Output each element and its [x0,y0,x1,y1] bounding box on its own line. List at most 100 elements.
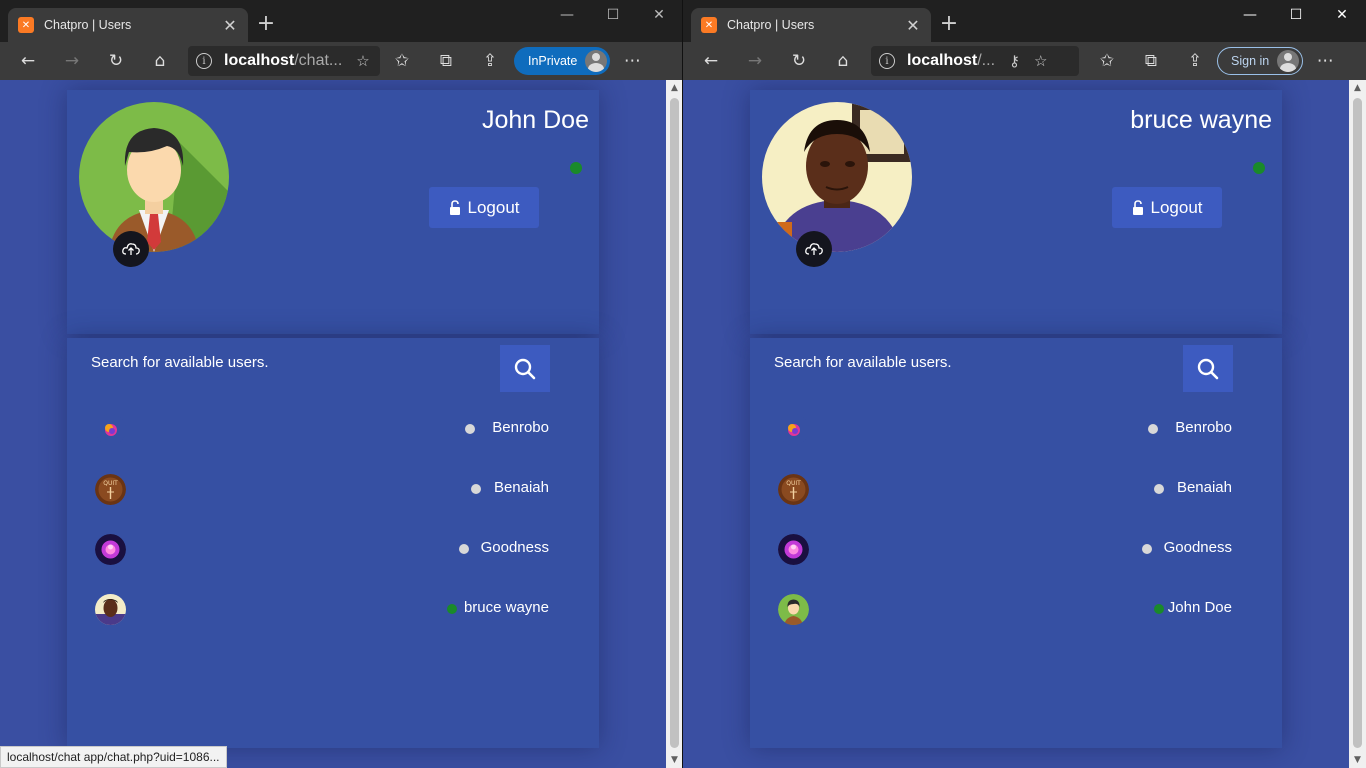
new-tab-icon[interactable]: + [256,12,276,36]
user-list-item[interactable]: QUIT Benaiah [95,474,549,506]
share-icon[interactable]: ⇪ [468,45,512,77]
search-label: Search for available users. [774,354,952,371]
maximize-icon[interactable]: ☐ [1273,4,1319,26]
profile-picture [79,102,229,252]
minimize-icon[interactable]: — [544,4,590,26]
site-info-icon[interactable]: i [879,53,895,69]
user-list-item[interactable]: Goodness [95,534,549,566]
favorites-icon[interactable]: ✩ [1085,45,1129,77]
back-icon[interactable]: ← [689,45,733,77]
profile-avatar-icon [1277,50,1300,72]
title-bar: ✕ Chatpro | Users ✕ + — ☐ ✕ [683,0,1366,42]
browser-toolbar: ← → ↻ ⌂ i localhost/... ⚷ ☆ ✩ ⧉ ⇪ Sign i… [683,42,1366,80]
upload-photo-button[interactable] [113,231,149,267]
user-name: Benaiah [1176,479,1232,496]
sign-in-button[interactable]: Sign in [1217,47,1304,75]
add-favorite-icon[interactable]: ☆ [356,52,369,70]
home-icon[interactable]: ⌂ [138,45,182,77]
more-menu-icon[interactable]: ⋯ [1303,45,1347,77]
bruce-wayne-avatar [95,594,126,625]
logout-label: Logout [1150,197,1203,217]
benrobo-avatar [95,414,126,445]
cloud-upload-icon [122,243,140,255]
scroll-down-icon[interactable]: ▼ [1352,755,1363,765]
home-icon[interactable]: ⌂ [821,45,865,77]
share-icon[interactable]: ⇪ [1173,45,1217,77]
forward-icon[interactable]: → [733,45,777,77]
address-bar[interactable]: i localhost/chat... ☆ [188,46,380,76]
logout-button[interactable]: Logout [1112,187,1222,228]
refresh-icon[interactable]: ↻ [94,45,138,77]
user-list-item[interactable]: QUIT Benaiah [778,474,1232,506]
user-list-item[interactable]: John Doe [778,594,1232,626]
user-name: Benrobo [492,419,549,436]
search-label: Search for available users. [91,354,269,371]
benrobo-avatar [778,414,809,445]
scroll-down-icon[interactable]: ▼ [669,755,680,765]
address-bar[interactable]: i localhost/... ⚷ ☆ [871,46,1079,76]
forward-icon[interactable]: → [50,45,94,77]
john-doe-avatar [778,594,809,625]
logout-label: Logout [467,197,520,217]
close-window-icon[interactable]: ✕ [1319,4,1365,26]
offline-status-dot [1154,484,1164,494]
address-path: /chat... [294,52,343,69]
svg-text:QUIT: QUIT [103,480,118,487]
logout-button[interactable]: Logout [429,187,539,228]
search-icon [514,358,536,379]
back-icon[interactable]: ← [6,45,50,77]
inprivate-badge[interactable]: InPrivate [514,47,611,75]
new-tab-icon[interactable]: + [939,12,959,36]
online-status-dot [447,604,457,614]
scroll-thumb[interactable] [670,98,679,748]
user-list-item[interactable]: bruce wayne [95,594,549,626]
scroll-up-icon[interactable]: ▲ [669,83,680,93]
close-window-icon[interactable]: ✕ [636,4,682,26]
favorites-icon[interactable]: ✩ [380,45,424,77]
user-list-item[interactable]: Goodness [778,534,1232,566]
key-icon[interactable]: ⚷ [1009,52,1020,70]
refresh-icon[interactable]: ↻ [777,45,821,77]
close-tab-icon[interactable]: ✕ [905,16,921,35]
add-favorite-icon[interactable]: ☆ [1034,52,1047,70]
page-viewport: bruce wayne Logout Search for available … [683,80,1349,768]
scroll-thumb[interactable] [1353,98,1362,748]
site-info-icon[interactable]: i [196,53,212,69]
browser-tab[interactable]: ✕ Chatpro | Users ✕ [691,8,931,42]
minimize-icon[interactable]: — [1227,4,1273,26]
offline-status-dot [465,424,475,434]
profile-avatar-icon [585,50,608,72]
collections-icon[interactable]: ⧉ [424,45,468,77]
browser-tab[interactable]: ✕ Chatpro | Users ✕ [8,8,248,42]
browser-window-right: ✕ Chatpro | Users ✕ + — ☐ ✕ ← → ↻ ⌂ i lo… [683,0,1366,768]
benaiah-avatar: QUIT [778,474,809,505]
more-menu-icon[interactable]: ⋯ [610,45,654,77]
user-name: Benaiah [493,479,549,496]
scroll-up-icon[interactable]: ▲ [1352,83,1363,93]
upload-photo-button[interactable] [796,231,832,267]
maximize-icon[interactable]: ☐ [590,4,636,26]
sign-in-label: Sign in [1231,54,1270,68]
offline-status-dot [471,484,481,494]
search-icon [1197,358,1219,379]
online-status-dot [570,162,582,174]
address-host: localhost [907,52,978,69]
scrollbar[interactable]: ▲ ▼ [1349,80,1366,768]
user-name: Goodness [480,539,549,556]
profile-picture [762,102,912,252]
close-tab-icon[interactable]: ✕ [222,16,238,35]
goodness-avatar [778,534,809,565]
cloud-upload-icon [805,243,823,255]
user-list-item[interactable]: Benrobo [95,414,549,446]
browser-window-left: ✕ Chatpro | Users ✕ + — ☐ ✕ ← → ↻ ⌂ i lo… [0,0,683,768]
inprivate-label: InPrivate [528,54,578,68]
scrollbar[interactable]: ▲ ▼ [666,80,682,768]
search-button[interactable] [1183,345,1233,392]
title-bar: ✕ Chatpro | Users ✕ + — ☐ ✕ [0,0,682,42]
user-name: John Doe [1167,599,1232,616]
user-list-item[interactable]: Benrobo [778,414,1232,446]
profile-card: bruce wayne Logout [750,90,1282,334]
collections-icon[interactable]: ⧉ [1129,45,1173,77]
page-viewport: John Doe Logout Search for available use… [0,80,666,768]
search-button[interactable] [500,345,550,392]
